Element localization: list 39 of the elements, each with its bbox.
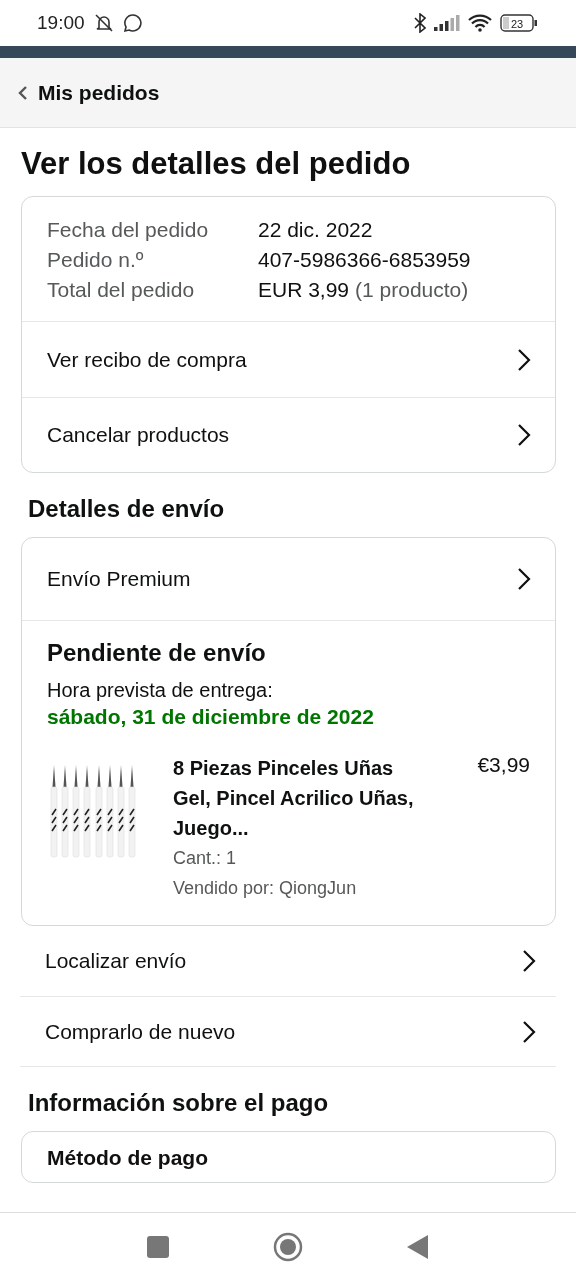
order-link-row[interactable]: Ver recibo de compra	[22, 322, 555, 397]
back-link[interactable]: Mis pedidos	[18, 80, 160, 105]
section-heading: Detalles de envío	[28, 495, 226, 523]
signal-icon	[434, 15, 460, 31]
delivery-date: sábado, 31 de diciembre de 2022	[47, 704, 375, 730]
chevron-left-icon	[18, 85, 28, 100]
summary-value: 407-5986366-6853959	[258, 247, 471, 273]
page-title: Ver los detalles del pedido	[21, 146, 412, 182]
chevron-right-icon	[517, 423, 531, 447]
order-link-row[interactable]: Cancelar productos	[22, 397, 555, 472]
summary-label: Fecha del pedido	[47, 217, 210, 243]
product-quantity: Cant.: 1	[173, 847, 238, 870]
clock-time: 19:00	[37, 12, 85, 34]
product-title: 8 Piezas Pinceles Uñas Gel, Pincel Acrilico Uñas, Juego...	[173, 756, 415, 841]
shipment-status: Pendiente de envío	[47, 639, 267, 667]
chevron-right-icon	[517, 567, 531, 591]
summary-label: Total del pedido	[47, 277, 196, 303]
summary-value: EUR 3,99	[258, 277, 350, 303]
bluetooth-icon	[414, 13, 426, 33]
chevron-right-icon	[517, 347, 531, 372]
shipment-link-row[interactable]: Localizar envío	[20, 926, 556, 996]
delivery-label: Hora prevista de entrega:	[47, 678, 274, 703]
chevron-right-icon	[522, 949, 536, 973]
summary-value: 22 dic. 2022	[258, 217, 373, 243]
wifi-icon	[468, 14, 492, 32]
chevron-right-icon	[522, 1019, 536, 1044]
home-icon[interactable]	[273, 1231, 303, 1262]
recent-apps-icon[interactable]	[147, 1235, 169, 1258]
shipment-link-row[interactable]: Comprarlo de nuevo	[20, 996, 556, 1066]
payment-row-label: Método de pago	[46, 1145, 209, 1171]
shipping-method-row[interactable]: Envío Premium	[22, 538, 555, 620]
summary-label: Pedido n.º	[47, 247, 145, 273]
muted-bell-icon	[92, 13, 115, 33]
chat-bubble-icon	[122, 13, 143, 33]
summary-note: (1 producto)	[355, 277, 469, 303]
product-price: €3,99	[476, 753, 530, 778]
product-seller: Vendido por: QiongJun	[173, 877, 358, 900]
section-heading: Información sobre el pago	[28, 1089, 330, 1117]
back-icon[interactable]	[407, 1234, 429, 1259]
